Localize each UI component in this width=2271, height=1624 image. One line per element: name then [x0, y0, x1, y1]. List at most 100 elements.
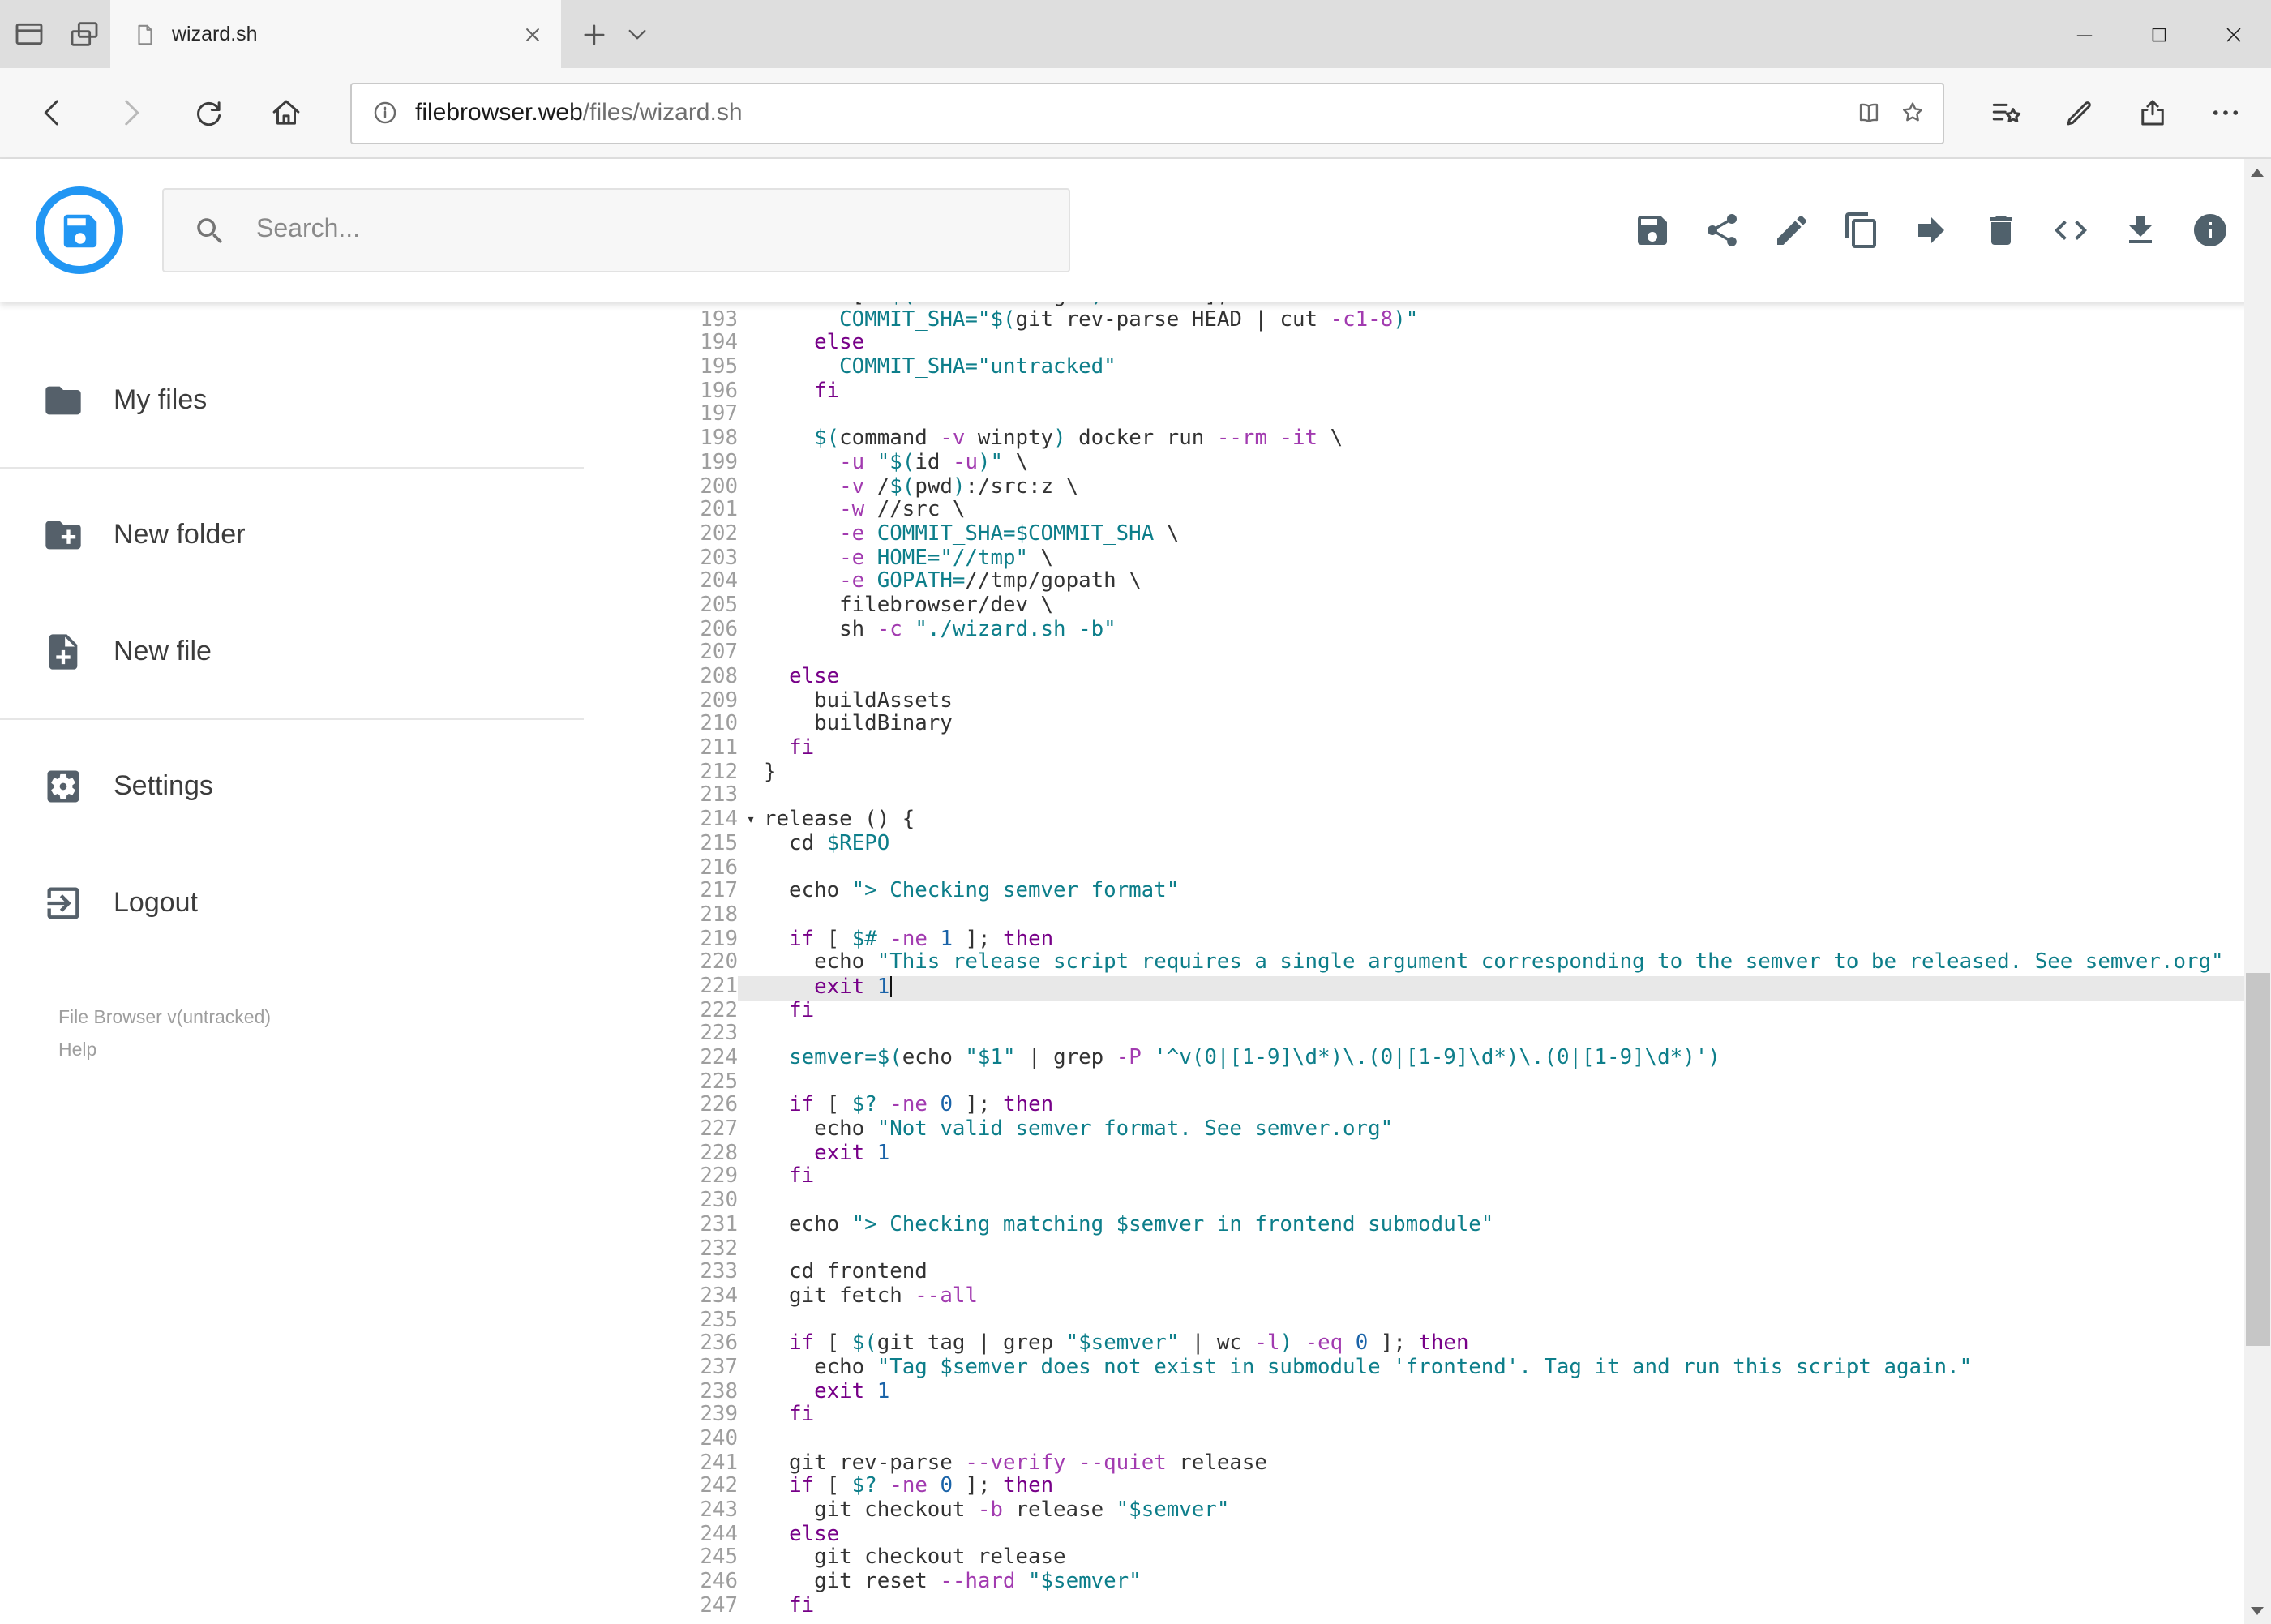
close-button[interactable] — [2196, 0, 2271, 68]
code-line[interactable]: 219 if [ $# -ne 1 ]; then — [584, 927, 2243, 952]
move-button[interactable] — [1911, 211, 1950, 250]
code-line[interactable]: 214 ▾ release () { — [584, 808, 2243, 833]
fold-marker-icon[interactable]: ▾ — [738, 809, 764, 833]
home-button[interactable] — [250, 80, 321, 145]
code-line[interactable]: 208 else — [584, 665, 2243, 690]
code-line[interactable]: 228 exit 1 — [584, 1142, 2243, 1167]
code-line[interactable]: 211 fi — [584, 736, 2243, 761]
code-line[interactable]: 246 git reset --hard "$semver" — [584, 1570, 2243, 1595]
sidebar-item-new-file[interactable]: New file — [0, 602, 584, 702]
code-line[interactable]: 196 fi — [584, 379, 2243, 405]
code-line[interactable]: 238 exit 1 — [584, 1380, 2243, 1404]
code-line[interactable]: 233 cd frontend — [584, 1261, 2243, 1285]
set-tabs-aside-button[interactable] — [68, 18, 101, 50]
code-line[interactable]: 247 fi — [584, 1594, 2243, 1619]
reading-view-icon[interactable] — [1854, 99, 1882, 126]
code-editor[interactable]: 192 if [ "$(command -v git)" != "" ]; th… — [584, 302, 2243, 1624]
share-button[interactable] — [1702, 211, 1741, 250]
minimize-button[interactable] — [2047, 0, 2122, 68]
info-button[interactable] — [2190, 211, 2229, 250]
code-line[interactable]: 206 sh -c "./wizard.sh -b" — [584, 618, 2243, 642]
maximize-button[interactable] — [2122, 0, 2196, 68]
forward-button[interactable] — [94, 80, 165, 145]
code-line[interactable]: 240 — [584, 1428, 2243, 1452]
code-line[interactable]: 203 -e HOME="//tmp" \ — [584, 546, 2243, 571]
code-line[interactable]: 229 fi — [584, 1165, 2243, 1190]
back-button[interactable] — [16, 80, 88, 145]
code-line[interactable]: 199 -u "$(id -u)" \ — [584, 451, 2243, 476]
share-page-icon[interactable] — [2135, 96, 2169, 130]
code-line[interactable]: 202 -e COMMIT_SHA=$COMMIT_SHA \ — [584, 522, 2243, 547]
sidebar-item-my-files[interactable]: My files — [0, 350, 584, 451]
code-line[interactable]: 225 — [584, 1070, 2243, 1095]
url-text[interactable]: filebrowser.web/files/wizard.sh — [415, 99, 1838, 126]
delete-button[interactable] — [1981, 211, 2020, 250]
code-line[interactable]: 223 — [584, 1022, 2243, 1048]
copy-button[interactable] — [1841, 211, 1880, 250]
sidebar-item-settings[interactable]: Settings — [0, 736, 584, 837]
code-line[interactable]: 210 buildBinary — [584, 713, 2243, 738]
edit-button[interactable] — [1772, 211, 1810, 250]
code-line[interactable]: 231 echo "> Checking matching $semver in… — [584, 1213, 2243, 1238]
filebrowser-logo[interactable] — [36, 186, 123, 274]
code-line[interactable]: 237 echo "Tag $semver does not exist in … — [584, 1356, 2243, 1381]
address-bar[interactable]: filebrowser.web/files/wizard.sh — [350, 82, 1943, 144]
code-line[interactable]: 215 cd $REPO — [584, 832, 2243, 857]
code-line[interactable]: 201 -w //src \ — [584, 499, 2243, 523]
code-line[interactable]: 217 echo "> Checking semver format" — [584, 880, 2243, 904]
scroll-up-arrow[interactable] — [2243, 159, 2271, 186]
code-line[interactable]: 194 else — [584, 332, 2243, 357]
code-line[interactable]: 242 if [ $? -ne 0 ]; then — [584, 1475, 2243, 1500]
tabs-preview-button[interactable] — [13, 18, 45, 50]
new-tab-button[interactable] — [581, 20, 608, 48]
search-input[interactable] — [253, 214, 1039, 246]
code-line[interactable]: 244 else — [584, 1523, 2243, 1548]
browser-tab[interactable]: wizard.sh — [110, 0, 561, 68]
code-line[interactable]: 232 — [584, 1237, 2243, 1262]
code-line[interactable]: 207 — [584, 641, 2243, 666]
add-favorite-star-icon[interactable] — [1898, 99, 1926, 126]
code-line[interactable]: 236 if [ $(git tag | grep "$semver" | wc… — [584, 1332, 2243, 1357]
download-button[interactable] — [2120, 211, 2159, 250]
code-line[interactable]: 200 -v /$(pwd):/src:z \ — [584, 474, 2243, 499]
scrollbar-thumb[interactable] — [2245, 973, 2269, 1346]
site-info-icon[interactable] — [371, 99, 399, 126]
web-notes-pen-icon[interactable] — [2062, 96, 2096, 130]
code-line[interactable]: 205 filebrowser/dev \ — [584, 593, 2243, 619]
code-line[interactable]: 198 $(command -v winpty) docker run --rm… — [584, 427, 2243, 452]
code-line[interactable]: 216 — [584, 856, 2243, 881]
code-line[interactable]: 213 — [584, 784, 2243, 809]
tab-close-button[interactable] — [521, 22, 545, 46]
search-box[interactable] — [162, 188, 1070, 272]
hub-favorites-icon[interactable] — [1989, 96, 2023, 130]
save-button[interactable] — [1632, 211, 1671, 250]
code-line[interactable]: 243 git checkout -b release "$semver" — [584, 1498, 2243, 1523]
refresh-button[interactable] — [172, 80, 243, 145]
raw-code-button[interactable] — [2050, 211, 2089, 250]
code-line[interactable]: 209 buildAssets — [584, 689, 2243, 713]
code-line[interactable]: 220 echo "This release script requires a… — [584, 951, 2243, 976]
code-line[interactable]: 218 — [584, 903, 2243, 928]
code-line[interactable]: 221 exit 1 — [584, 975, 2243, 1001]
code-line[interactable]: 222 fi — [584, 999, 2243, 1023]
help-link[interactable]: Help — [58, 1035, 584, 1067]
code-line[interactable]: 226 if [ $? -ne 0 ]; then — [584, 1094, 2243, 1119]
code-line[interactable]: 241 git rev-parse --verify --quiet relea… — [584, 1451, 2243, 1476]
code-line[interactable]: 204 -e GOPATH=//tmp/gopath \ — [584, 570, 2243, 595]
code-line[interactable]: 197 — [584, 403, 2243, 428]
code-line[interactable]: 245 git checkout release — [584, 1546, 2243, 1571]
code-line[interactable]: 235 — [584, 1309, 2243, 1333]
more-options-icon[interactable] — [2208, 96, 2242, 130]
code-line[interactable]: 195 COMMIT_SHA="untracked" — [584, 355, 2243, 380]
tab-preview-chevron-icon[interactable] — [624, 21, 650, 47]
code-line[interactable]: 193 COMMIT_SHA="$(git rev-parse HEAD | c… — [584, 308, 2243, 332]
code-line[interactable]: 239 fi — [584, 1403, 2243, 1429]
code-line[interactable]: 212} — [584, 761, 2243, 786]
code-line[interactable]: 224 semver=$(echo "$1" | grep -P '^v(0|[… — [584, 1046, 2243, 1071]
sidebar-item-logout[interactable]: Logout — [0, 853, 584, 953]
code-line[interactable]: 234 git fetch --all — [584, 1284, 2243, 1309]
code-line[interactable]: 230 — [584, 1189, 2243, 1214]
code-line[interactable]: 227 echo "Not valid semver format. See s… — [584, 1117, 2243, 1142]
sidebar-item-new-folder[interactable]: New folder — [0, 485, 584, 585]
page-scrollbar[interactable] — [2243, 159, 2271, 1624]
